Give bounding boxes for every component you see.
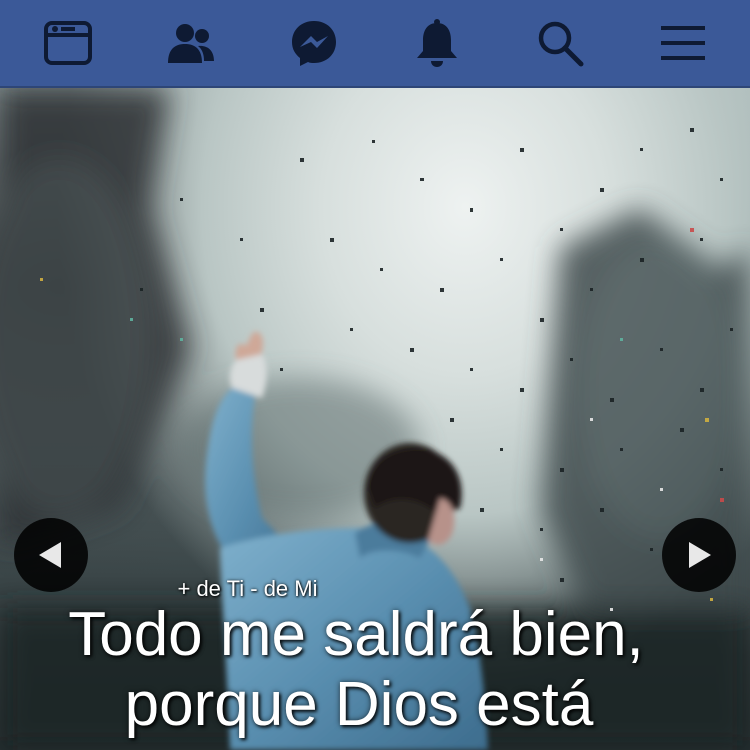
friends-button[interactable] — [156, 8, 226, 78]
top-navigation-bar — [0, 0, 750, 88]
news-feed-icon — [43, 21, 92, 65]
triangle-left-icon — [39, 542, 61, 568]
photo-watermark: + de Ti - de Mi — [177, 576, 318, 601]
post-photo[interactable]: + de Ti - de Mi Todo me saldrá bien, por… — [0, 88, 750, 750]
quote-line-2: porque Dios está — [124, 670, 594, 739]
notifications-button[interactable] — [402, 8, 472, 78]
quote-text: Todo me saldrá bien, porque Dios está — [0, 600, 750, 740]
triangle-right-icon — [689, 542, 711, 568]
notifications-bell-icon — [416, 19, 457, 67]
search-icon — [538, 21, 583, 67]
quote-line-1: Todo me saldrá bien, — [68, 600, 644, 669]
messenger-icon — [291, 21, 336, 66]
menu-button[interactable] — [648, 8, 718, 78]
messenger-button[interactable] — [279, 8, 349, 78]
search-button[interactable] — [525, 8, 595, 78]
menu-icon — [660, 26, 705, 60]
next-photo-button[interactable] — [662, 518, 736, 592]
friends-icon — [167, 24, 214, 63]
news-feed-button[interactable] — [33, 8, 103, 78]
